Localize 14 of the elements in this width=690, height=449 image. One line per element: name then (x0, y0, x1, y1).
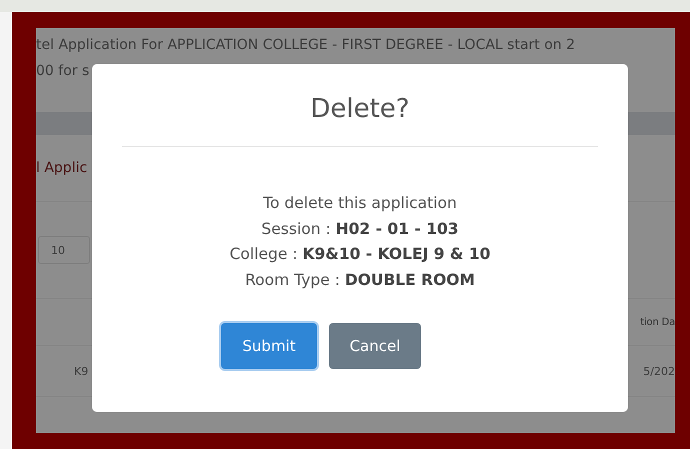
dialog-text: Session : H02 - 01 - 103 (260, 218, 460, 240)
column-header: tion Da (640, 316, 675, 328)
submit-button[interactable]: Submit (221, 323, 317, 369)
table-cell: 5/202 (643, 364, 675, 378)
header-text: tel Application For APPLICATION COLLEGE - FIRST DEGREE - LOCAL start on 2 (36, 36, 576, 55)
dialog-title: Delete? (309, 94, 411, 124)
dialog-text: College : K9&10 - KOLEJ 9 & 10 (228, 244, 492, 265)
dialog-text: Room Type : DOUBLE ROOM (244, 270, 476, 290)
panel-title: l Applic (36, 160, 88, 176)
cancel-button[interactable]: Cancel (329, 323, 421, 369)
header-text: 00 for s (36, 62, 90, 81)
dialog-text: To delete this application (262, 193, 458, 214)
table-cell: K9 (74, 364, 88, 378)
page-size-select[interactable]: 10 (38, 236, 90, 264)
